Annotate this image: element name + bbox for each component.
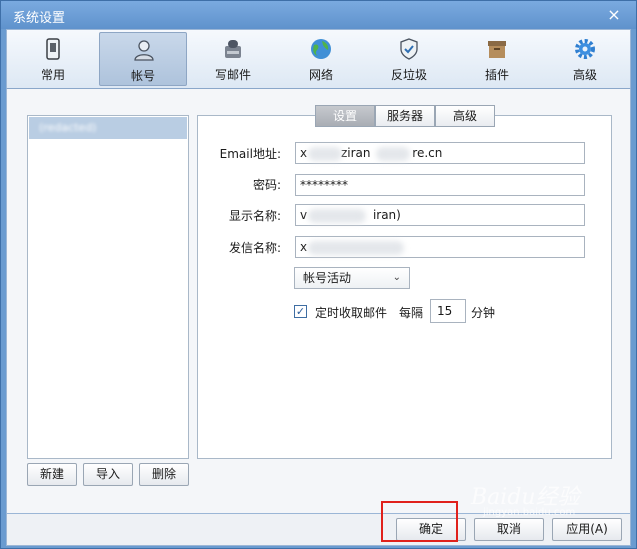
tool-network[interactable]: 网络 (277, 32, 365, 86)
select-value: 帐号活动 (303, 271, 352, 285)
tool-label: 写邮件 (214, 68, 251, 82)
account-status-select[interactable]: 帐号活动 ⌄ (294, 267, 410, 289)
shield-icon (400, 38, 418, 60)
delete-account-button[interactable]: 删除 (139, 463, 189, 486)
compose-icon (225, 40, 241, 58)
list-item[interactable]: (redacted) (29, 117, 187, 139)
tool-advanced[interactable]: 高级 (541, 32, 629, 86)
tab-advanced[interactable]: 高级 (435, 105, 495, 127)
import-account-button[interactable]: 导入 (83, 463, 133, 486)
tool-label: 反垃圾 (390, 68, 427, 82)
sender-name-prefix: x (300, 240, 308, 254)
close-icon[interactable]: × (604, 5, 624, 25)
content-area: (redacted) 新建 导入 删除 设置 服务器 高级 Email地址: x… (6, 89, 631, 513)
display-name-label: 显示名称: (228, 209, 281, 223)
tool-label: 网络 (308, 68, 333, 82)
settings-window: 系统设置 × 常用 帐号 写邮件 网络 反垃圾 插件 高级 (redacted)… (0, 0, 637, 549)
chevron-down-icon: ⌄ (392, 272, 401, 283)
password-label: 密码: (252, 178, 281, 192)
account-name: (redacted) (39, 121, 97, 134)
email-label: Email地址: (219, 147, 281, 161)
globe-icon (311, 39, 331, 59)
apply-button[interactable]: 应用(A) (552, 518, 622, 541)
tool-compose[interactable]: 写邮件 (189, 32, 277, 86)
interval-input[interactable]: 15 (430, 299, 466, 323)
tool-label: 插件 (484, 68, 509, 82)
email-value-mid: ziran (340, 146, 371, 160)
title-bar: 系统设置 × (1, 1, 636, 29)
gear-icon (575, 39, 595, 59)
tool-account[interactable]: 帐号 (99, 32, 187, 86)
email-field[interactable]: x ziran re.cn (295, 142, 585, 164)
tab-settings[interactable]: 设置 (315, 105, 375, 127)
tool-label: 常用 (40, 68, 65, 82)
plugin-box-icon (488, 41, 506, 58)
schedule-fetch-label: 定时收取邮件 (315, 306, 388, 320)
settings-phone-icon (46, 38, 60, 60)
interval-unit-label: 分钟 (471, 306, 496, 320)
interval-prefix-label: 每隔 (399, 306, 424, 320)
display-name-suffix: iran) (372, 208, 401, 222)
baidu-watermark-url: jingyan.baidu.com (483, 507, 576, 518)
email-value-prefix: x (300, 146, 308, 160)
tool-antispam[interactable]: 反垃圾 (365, 32, 453, 86)
new-account-button[interactable]: 新建 (27, 463, 77, 486)
tool-label: 高级 (572, 68, 597, 82)
tool-general[interactable]: 常用 (9, 32, 97, 86)
tool-label: 帐号 (130, 69, 155, 83)
sender-name-field[interactable]: x (295, 236, 585, 258)
schedule-fetch-checkbox[interactable]: ✓ (294, 305, 307, 318)
window-title: 系统设置 (13, 11, 66, 26)
tab-server[interactable]: 服务器 (375, 105, 435, 127)
tool-plugins[interactable]: 插件 (453, 32, 541, 86)
email-value-suffix: re.cn (412, 146, 443, 160)
display-name-field[interactable]: v iran) (295, 204, 585, 226)
highlight-annotation (381, 501, 458, 542)
display-name-prefix: v (300, 208, 308, 222)
settings-toolbar: 常用 帐号 写邮件 网络 反垃圾 插件 高级 (6, 29, 631, 89)
password-field[interactable]: ******** (295, 174, 585, 196)
cancel-button[interactable]: 取消 (474, 518, 544, 541)
account-list[interactable]: (redacted) (27, 115, 189, 459)
sender-name-label: 发信名称: (228, 241, 281, 255)
user-icon (134, 40, 154, 61)
